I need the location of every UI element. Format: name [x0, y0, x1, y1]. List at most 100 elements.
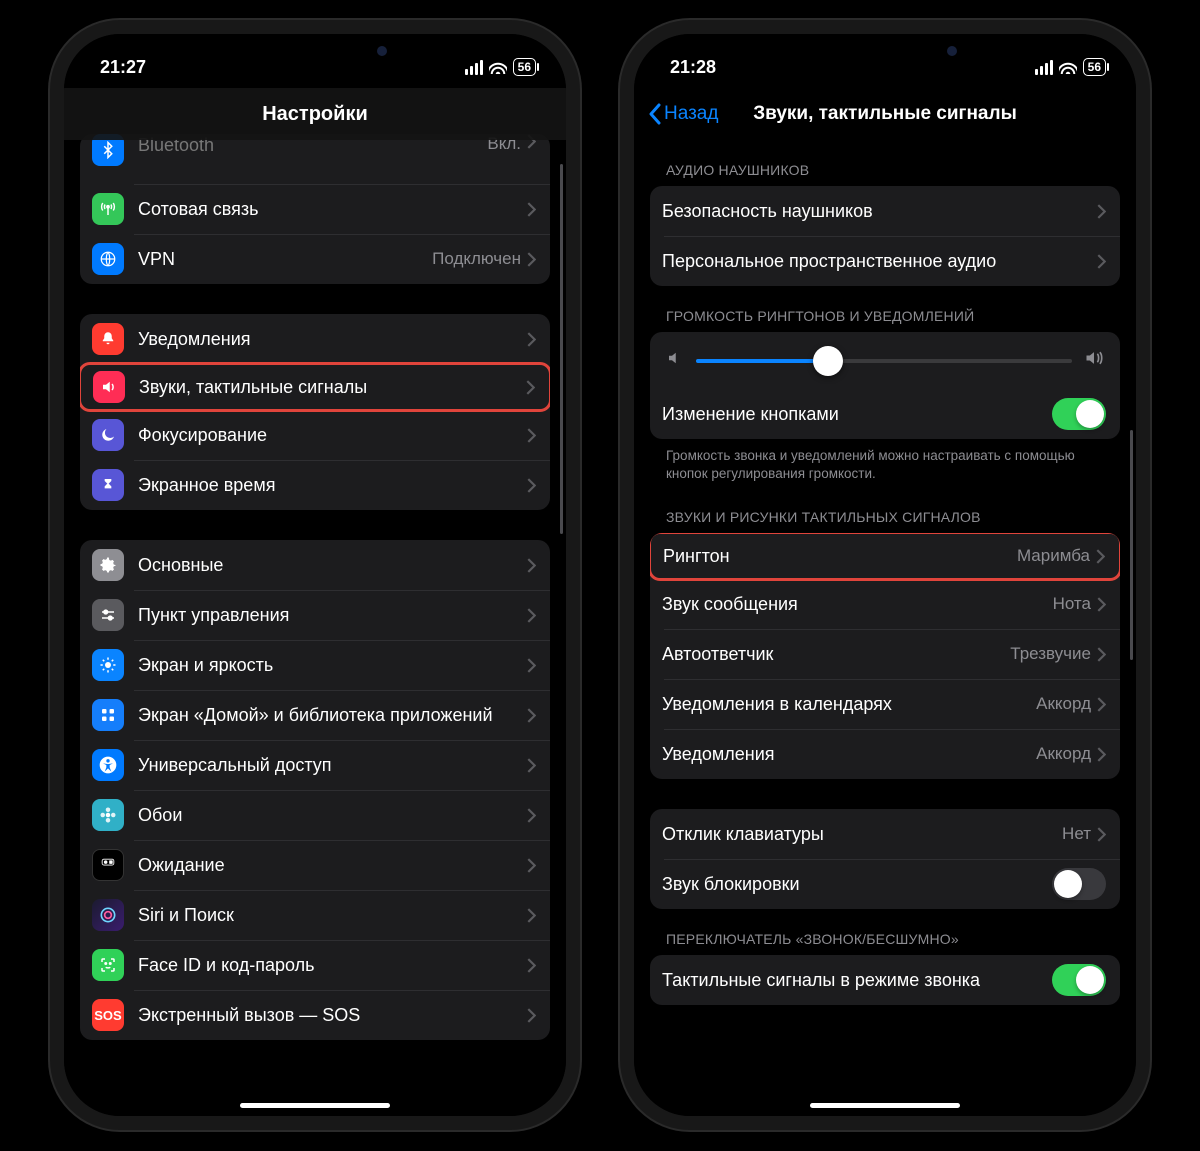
notch [775, 34, 995, 68]
row-bluetooth[interactable]: Bluetooth Вкл. [80, 134, 550, 184]
label: Экранное время [138, 474, 527, 497]
label: Изменение кнопками [662, 403, 1052, 426]
sos-icon: SOS [92, 999, 124, 1031]
chevron-right-icon [527, 202, 536, 217]
faceid-icon [92, 949, 124, 981]
row-voicemail[interactable]: Автоответчик Трезвучие [650, 629, 1120, 679]
antenna-icon [92, 193, 124, 225]
row-sos[interactable]: SOS Экстренный вызов — SOS [80, 990, 550, 1040]
group-connectivity: Bluetooth Вкл. Сотовая связь VPN [80, 134, 550, 284]
section-header-ringer: ПЕРЕКЛЮЧАТЕЛЬ «ЗВОНОК/БЕСШУМНО» [650, 909, 1120, 955]
label: Экран и яркость [138, 654, 527, 677]
chevron-right-icon [1097, 697, 1106, 712]
row-ringtone[interactable]: Рингтон Маримба [650, 533, 1120, 581]
row-sounds-haptics[interactable]: Звуки, тактильные сигналы [80, 362, 550, 412]
value: Трезвучие [1010, 644, 1091, 664]
row-control-center[interactable]: Пункт управления [80, 590, 550, 640]
row-text-tone[interactable]: Звук сообщения Нота [650, 579, 1120, 629]
chevron-right-icon [527, 332, 536, 347]
chevron-right-icon [1097, 254, 1106, 269]
row-notifications[interactable]: Уведомления [80, 314, 550, 364]
cellular-signal-icon [465, 60, 483, 75]
row-lock-sound[interactable]: Звук блокировки [650, 859, 1120, 909]
chevron-right-icon [1097, 204, 1106, 219]
value: Нота [1053, 594, 1091, 614]
label: Безопасность наушников [662, 200, 1097, 223]
group-main: Основные Пункт управления Экран и яркост… [80, 540, 550, 1040]
row-reminder-alerts[interactable]: Уведомления Аккорд [650, 729, 1120, 779]
chevron-right-icon [527, 858, 536, 873]
row-wallpaper[interactable]: Обои [80, 790, 550, 840]
section-header-headphones: АУДИО НАУШНИКОВ [650, 140, 1120, 186]
nav-back-button[interactable]: Назад [648, 103, 718, 125]
bell-icon [92, 323, 124, 355]
home-indicator[interactable] [810, 1103, 960, 1108]
scroll-indicator[interactable] [560, 164, 563, 534]
row-faceid[interactable]: Face ID и код-пароль [80, 940, 550, 990]
row-change-with-buttons[interactable]: Изменение кнопками [650, 389, 1120, 439]
home-indicator[interactable] [240, 1103, 390, 1108]
battery-icon: 56 [513, 58, 536, 76]
row-display[interactable]: Экран и яркость [80, 640, 550, 690]
label: Тактильные сигналы в режиме звонка [662, 969, 1052, 992]
phone-sounds: 21:28 56 Назад Звуки, тактильные сигналы… [620, 20, 1150, 1130]
siri-icon [92, 899, 124, 931]
row-siri[interactable]: Siri и Поиск [80, 890, 550, 940]
volume-low-icon [666, 349, 684, 372]
chevron-right-icon [1096, 549, 1105, 564]
value: Подключен [432, 249, 521, 269]
label: Экстренный вызов — SOS [138, 1004, 527, 1027]
switch-change-buttons[interactable] [1052, 398, 1106, 430]
group-volume: Изменение кнопками [650, 332, 1120, 439]
label: Рингтон [663, 545, 1017, 568]
row-calendar-alerts[interactable]: Уведомления в календарях Аккорд [650, 679, 1120, 729]
row-cellular[interactable]: Сотовая связь [80, 184, 550, 234]
switch-ring-haptic[interactable] [1052, 964, 1106, 996]
scroll-indicator[interactable] [1130, 430, 1133, 660]
value: Аккорд [1036, 744, 1091, 764]
battery-icon: 56 [1083, 58, 1106, 76]
row-vpn[interactable]: VPN Подключен [80, 234, 550, 284]
label: Ожидание [138, 854, 527, 877]
volume-high-icon [1084, 348, 1104, 373]
sliders-icon [92, 599, 124, 631]
row-standby[interactable]: Ожидание [80, 840, 550, 890]
group-keyboard: Отклик клавиатуры Нет Звук блокировки [650, 809, 1120, 909]
chevron-right-icon [527, 658, 536, 673]
row-focus[interactable]: Фокусирование [80, 410, 550, 460]
section-header-sounds: ЗВУКИ И РИСУНКИ ТАКТИЛЬНЫХ СИГНАЛОВ [650, 487, 1120, 533]
label: Сотовая связь [138, 198, 527, 221]
switch-lock-sound[interactable] [1052, 868, 1106, 900]
row-spatial-audio[interactable]: Персональное пространственное аудио [650, 236, 1120, 286]
value: Нет [1062, 824, 1091, 844]
volume-slider[interactable] [696, 359, 1072, 363]
label: Основные [138, 554, 527, 577]
apps-grid-icon [92, 699, 124, 731]
row-general[interactable]: Основные [80, 540, 550, 590]
flower-icon [92, 799, 124, 831]
chevron-right-icon [527, 252, 536, 267]
label: Уведомления в календарях [662, 693, 1036, 716]
row-headphone-safety[interactable]: Безопасность наушников [650, 186, 1120, 236]
row-ring-haptic[interactable]: Тактильные сигналы в режиме звонка [650, 955, 1120, 1005]
globe-icon [92, 243, 124, 275]
chevron-right-icon [527, 478, 536, 493]
hourglass-icon [92, 469, 124, 501]
row-keyboard-feedback[interactable]: Отклик клавиатуры Нет [650, 809, 1120, 859]
row-screentime[interactable]: Экранное время [80, 460, 550, 510]
label: Siri и Поиск [138, 904, 527, 927]
label: Отклик клавиатуры [662, 823, 1062, 846]
row-homescreen[interactable]: Экран «Домой» и библиотека приложений [80, 690, 550, 740]
chevron-right-icon [527, 808, 536, 823]
slider-thumb[interactable] [813, 346, 843, 376]
nav-back-label: Назад [664, 103, 718, 125]
row-accessibility[interactable]: Универсальный доступ [80, 740, 550, 790]
page-title: Звуки, тактильные сигналы [753, 103, 1017, 125]
chevron-right-icon [527, 908, 536, 923]
chevron-right-icon [527, 758, 536, 773]
wifi-icon [1059, 61, 1077, 74]
label: Уведомления [138, 328, 527, 351]
label: Фокусирование [138, 424, 527, 447]
label: Пункт управления [138, 604, 527, 627]
phone-settings: 21:27 56 Настройки Bluetooth Вкл. [50, 20, 580, 1130]
